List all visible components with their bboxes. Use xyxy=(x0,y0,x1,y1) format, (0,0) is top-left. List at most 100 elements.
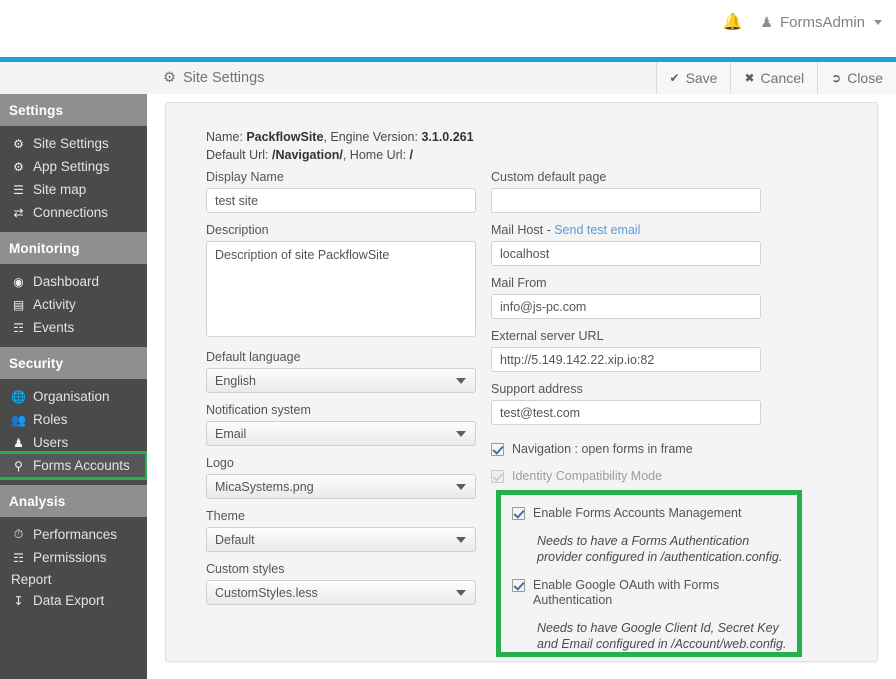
site-meta-line-1: Name: PackflowSite, Engine Version: 3.1.… xyxy=(206,128,474,146)
sidebar-item-activity[interactable]: ▤ Activity xyxy=(0,293,147,316)
cancel-label: Cancel xyxy=(760,70,805,86)
forms-accounts-highlight-box: Enable Forms Accounts Management Needs t… xyxy=(496,490,802,657)
custom-default-page-input[interactable] xyxy=(491,188,761,213)
check-icon: ✔ xyxy=(669,71,680,85)
chevron-down-icon xyxy=(456,484,466,490)
header-right-cluster: 🔔 ♟ FormsAdmin xyxy=(723,14,882,31)
enable-forms-accounts-checkbox[interactable] xyxy=(512,507,525,520)
chevron-down-icon xyxy=(456,378,466,384)
sidebar-item-connections[interactable]: ⇄ Connections xyxy=(0,201,147,224)
engine-value: 3.1.0.261 xyxy=(421,130,474,144)
logo-select[interactable]: MicaSystems.png xyxy=(206,474,476,499)
description-textarea[interactable]: Description of site PackflowSite xyxy=(206,241,476,337)
user-icon: ♟ xyxy=(760,14,773,30)
identity-compat-checkbox-row: Identity Compatibility Mode xyxy=(491,469,761,484)
theme-value: Default xyxy=(206,527,476,552)
google-oauth-hint: Needs to have Google Client Id, Secret K… xyxy=(537,620,797,652)
home-url-value: / xyxy=(409,148,414,162)
google-oauth-hint-line-2: and Email configured in /Account/web.con… xyxy=(537,637,787,651)
sign-out-icon: ➲ xyxy=(831,71,842,85)
sidebar-item-label: Site map xyxy=(33,182,87,197)
sidebar: Settings ⚙ Site Settings ⚙ App Settings … xyxy=(0,94,148,679)
forms-accounts-hint: Needs to have a Forms Authentication pro… xyxy=(537,533,797,565)
support-address-input[interactable] xyxy=(491,400,761,425)
navigation-frame-checkbox[interactable] xyxy=(491,443,504,456)
send-test-email-link[interactable]: Send test email xyxy=(554,223,640,237)
sidebar-group-header-monitoring: Monitoring xyxy=(0,232,147,264)
sidebar-item-label: Site Settings xyxy=(33,136,109,151)
mail-from-input[interactable] xyxy=(491,294,761,319)
sidebar-item-site-map[interactable]: ☰ Site map xyxy=(0,178,147,201)
sidebar-item-label: App Settings xyxy=(33,159,110,174)
sidebar-item-dashboard[interactable]: ◉ Dashboard xyxy=(0,270,147,293)
sidebar-group-monitoring: ◉ Dashboard ▤ Activity ☶ Events xyxy=(0,264,147,347)
clock-icon: ⏱ xyxy=(13,527,24,541)
close-button[interactable]: ➲ Close xyxy=(817,62,896,94)
sidebar-item-label: Permissions xyxy=(33,550,107,565)
navigation-frame-label: Navigation : open forms in frame xyxy=(512,442,693,456)
toolbar-actions: ✔ Save ✖ Cancel ➲ Close xyxy=(655,62,896,94)
toolbar-title-label: Site Settings xyxy=(183,70,265,86)
sidebar-group-header-security: Security xyxy=(0,347,147,379)
sidebar-group-header-analysis: Analysis xyxy=(0,485,147,517)
gears-icon: ⚙ xyxy=(163,70,176,86)
default-url-label: Default Url: xyxy=(206,148,269,162)
display-name-label: Display Name xyxy=(206,170,284,184)
mail-host-input[interactable] xyxy=(491,241,761,266)
sidebar-item-roles[interactable]: 👥 Roles xyxy=(0,408,147,431)
sidebar-item-data-export[interactable]: ↧ Data Export xyxy=(0,589,147,612)
enable-google-oauth-checkbox[interactable] xyxy=(512,579,525,592)
custom-styles-select[interactable]: CustomStyles.less xyxy=(206,580,476,605)
display-name-input[interactable] xyxy=(206,188,476,213)
mail-host-label-text: Mail Host - xyxy=(491,223,555,237)
settings-toolbar: ⚙ Site Settings ✔ Save ✖ Cancel ➲ Close xyxy=(0,62,896,95)
site-meta-info: Name: PackflowSite, Engine Version: 3.1.… xyxy=(206,128,474,164)
list-icon: ☶ xyxy=(13,320,24,335)
sidebar-item-label: Organisation xyxy=(33,389,110,404)
sidebar-item-report[interactable]: Report xyxy=(0,569,147,589)
description-label: Description xyxy=(206,223,269,237)
mail-host-label: Mail Host - Send test email xyxy=(491,222,761,238)
cancel-button[interactable]: ✖ Cancel xyxy=(730,62,818,94)
sidebar-item-performances[interactable]: ⏱ Performances xyxy=(0,523,147,546)
gears-icon: ⚙ xyxy=(13,136,24,151)
chevron-down-icon xyxy=(874,20,882,25)
sidebar-item-events[interactable]: ☶ Events xyxy=(0,316,147,339)
chevron-down-icon xyxy=(456,590,466,596)
sidebar-item-site-settings[interactable]: ⚙ Site Settings xyxy=(0,132,147,155)
key-icon: ⚲ xyxy=(14,458,23,473)
home-url-label: , Home Url: xyxy=(342,148,407,162)
sidebar-item-forms-accounts[interactable]: ⚲ Forms Accounts xyxy=(0,451,148,480)
save-label: Save xyxy=(685,70,718,86)
identity-compat-label: Identity Compatibility Mode xyxy=(512,469,663,483)
default-language-value: English xyxy=(206,368,476,393)
save-button[interactable]: ✔ Save xyxy=(655,62,731,94)
enable-google-oauth-label: Enable Google OAuth with Forms Authentic… xyxy=(533,578,720,607)
forms-accounts-hint-line-2: provider configured in /authentication.c… xyxy=(537,550,783,564)
user-menu[interactable]: ♟ FormsAdmin xyxy=(760,14,882,31)
sidebar-item-permissions[interactable]: ☶ Permissions xyxy=(0,546,147,569)
bell-icon[interactable]: 🔔 xyxy=(723,14,743,31)
sidebar-item-label: Events xyxy=(33,320,75,335)
theme-select[interactable]: Default xyxy=(206,527,476,552)
engine-label: , Engine Version: xyxy=(323,130,418,144)
sidebar-item-label: Users xyxy=(33,435,69,450)
sidebar-item-organisation[interactable]: 🌐 Organisation xyxy=(0,385,147,408)
notification-system-value: Email xyxy=(206,421,476,446)
name-label: Name: xyxy=(206,130,243,144)
dashboard-icon: ◉ xyxy=(13,274,24,289)
download-icon: ↧ xyxy=(13,593,24,608)
support-address-label: Support address xyxy=(491,382,583,396)
sidebar-item-app-settings[interactable]: ⚙ App Settings xyxy=(0,155,147,178)
name-value: PackflowSite xyxy=(246,130,324,144)
navigation-frame-checkbox-row: Navigation : open forms in frame xyxy=(491,442,761,457)
sidebar-item-label: Data Export xyxy=(33,593,105,608)
chevron-down-icon xyxy=(456,537,466,543)
sidebar-item-users[interactable]: ♟ Users xyxy=(0,431,147,454)
default-url-value: /Navigation/ xyxy=(272,148,343,162)
google-oauth-hint-line-1: Needs to have Google Client Id, Secret K… xyxy=(537,621,779,635)
notification-system-select[interactable]: Email xyxy=(206,421,476,446)
default-language-select[interactable]: English xyxy=(206,368,476,393)
external-server-url-input[interactable] xyxy=(491,347,761,372)
sidebar-group-header-settings: Settings xyxy=(0,94,147,126)
